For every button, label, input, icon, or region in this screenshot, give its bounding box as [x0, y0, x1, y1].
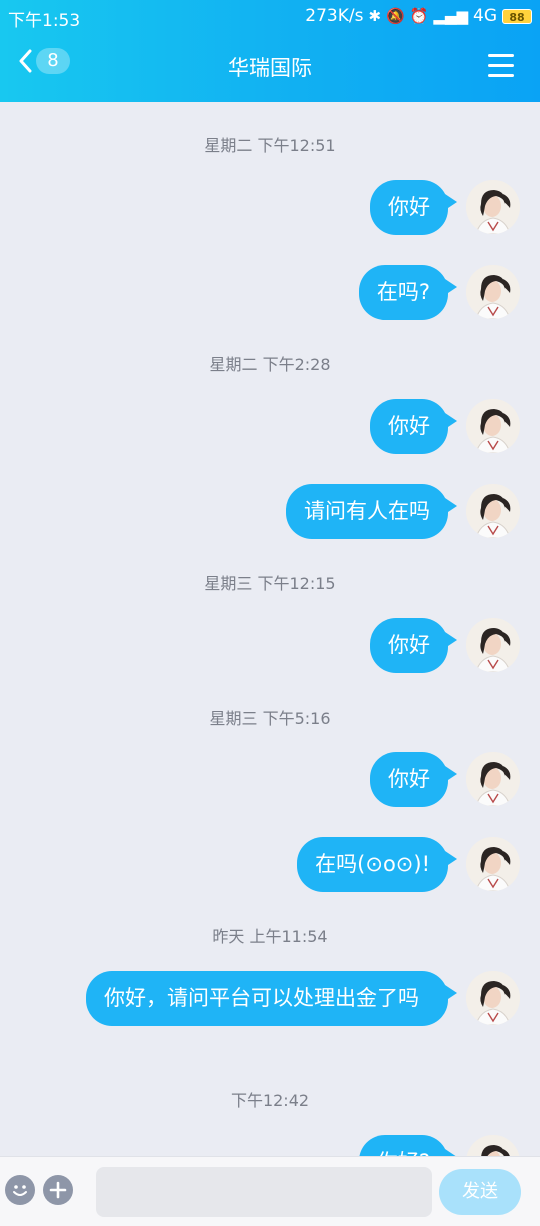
avatar[interactable]	[466, 618, 520, 672]
alarm-icon: ⏰	[409, 7, 429, 25]
input-bar: 发送	[0, 1156, 540, 1226]
battery-icon: 88	[502, 8, 532, 24]
message-row: 在吗?	[358, 265, 520, 320]
chat-title: 华瑞国际	[228, 56, 312, 80]
message-bubble[interactable]: 在吗(⊙o⊙)!	[297, 837, 457, 892]
send-button[interactable]: 发送	[439, 1169, 521, 1215]
mute-icon: 🔕	[386, 7, 405, 25]
message-bubble[interactable]: 你好	[370, 618, 457, 673]
menu-icon	[488, 54, 514, 57]
message-bubble[interactable]: 你好	[370, 399, 457, 454]
timestamp: 星期二 下午12:51	[204, 136, 336, 155]
message-bubble[interactable]: 在吗?	[358, 265, 458, 320]
status-time: 下午1:53	[8, 11, 81, 31]
status-icons: 273K/s ✱ 🔕 ⏰ ▂▄▆ 4G 88	[305, 6, 532, 26]
header: 下午1:53 273K/s ✱ 🔕 ⏰ ▂▄▆ 4G 88 8 华瑞国际	[0, 0, 540, 102]
avatar[interactable]	[466, 180, 520, 234]
message-row: 在吗(⊙o⊙)!	[297, 837, 520, 892]
message-row: 你好	[370, 180, 520, 235]
avatar[interactable]	[466, 971, 520, 1025]
avatar[interactable]	[466, 484, 520, 538]
message-bubble[interactable]: 请问有人在吗	[286, 484, 457, 539]
signal-icon: ▂▄▆	[433, 7, 468, 25]
menu-button[interactable]	[488, 54, 514, 78]
message-input[interactable]	[96, 1167, 432, 1217]
avatar[interactable]	[466, 837, 520, 891]
emoji-button[interactable]	[5, 1175, 35, 1205]
message-bubble[interactable]: 你好	[370, 180, 457, 235]
plus-icon	[49, 1181, 67, 1199]
message-row: 你好	[370, 618, 520, 673]
network-speed: 273K/s	[305, 6, 364, 26]
message-row: 请问有人在吗	[286, 484, 520, 539]
avatar[interactable]	[466, 265, 520, 319]
status-bar: 下午1:53 273K/s ✱ 🔕 ⏰ ▂▄▆ 4G 88	[0, 0, 540, 32]
message-row: 你好，请问平台可以处理出金了吗	[86, 971, 520, 1026]
nav-bar: 8 华瑞国际	[0, 38, 540, 96]
network-type: 4G	[473, 6, 497, 26]
message-bubble[interactable]: 你好，请问平台可以处理出金了吗	[86, 971, 457, 1026]
message-row: 你好	[370, 399, 520, 454]
timestamp: 下午12:42	[230, 1091, 310, 1110]
timestamp: 昨天 上午11:54	[212, 927, 328, 946]
bluetooth-icon: ✱	[368, 7, 382, 25]
avatar[interactable]	[466, 399, 520, 453]
add-button[interactable]	[43, 1175, 73, 1205]
smile-icon	[13, 1185, 27, 1196]
timestamp: 星期二 下午2:28	[209, 355, 331, 374]
avatar[interactable]	[466, 752, 520, 806]
timestamp: 星期三 下午5:16	[209, 709, 331, 728]
message-row: 你好	[370, 752, 520, 807]
message-bubble[interactable]: 你好	[370, 752, 457, 807]
timestamp: 星期三 下午12:15	[204, 574, 336, 593]
